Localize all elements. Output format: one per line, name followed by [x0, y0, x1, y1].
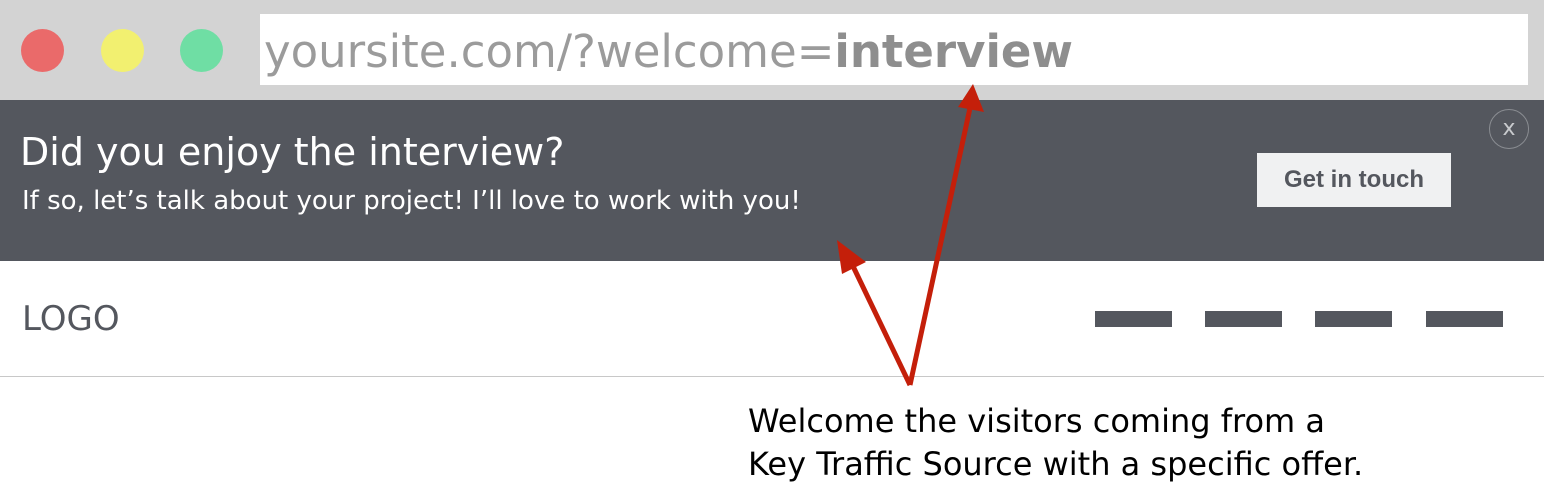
page: yoursite.com/?welcome=interview Did you … — [0, 0, 1544, 500]
logo[interactable]: LOGO — [22, 299, 120, 339]
close-banner-button[interactable]: x — [1489, 109, 1529, 149]
window-minimize-button[interactable] — [101, 29, 144, 72]
url-param: interview — [834, 25, 1073, 78]
annotation-line-1: Welcome the visitors coming from a — [748, 402, 1325, 440]
nav-item-3[interactable] — [1315, 311, 1392, 327]
nav-item-4[interactable] — [1426, 311, 1503, 327]
get-in-touch-button[interactable]: Get in touch — [1257, 153, 1451, 207]
window-maximize-button[interactable] — [180, 29, 223, 72]
welcome-banner: Did you enjoy the interview? If so, let’… — [0, 100, 1544, 261]
nav-item-1[interactable] — [1095, 311, 1172, 327]
banner-heading: Did you enjoy the interview? — [20, 130, 565, 174]
annotation-caption: Welcome the visitors coming from a Key T… — [748, 400, 1508, 486]
nav-item-2[interactable] — [1205, 311, 1282, 327]
site-header: LOGO — [0, 261, 1544, 377]
browser-chrome: yoursite.com/?welcome=interview — [0, 0, 1544, 100]
window-close-button[interactable] — [21, 29, 64, 72]
url-prefix: yoursite.com/?welcome= — [264, 25, 835, 78]
address-bar[interactable]: yoursite.com/?welcome=interview — [260, 14, 1528, 85]
banner-subtext: If so, let’s talk about your project! I’… — [22, 186, 801, 216]
annotation-line-2: Key Traffic Source with a specific offer… — [748, 445, 1364, 483]
